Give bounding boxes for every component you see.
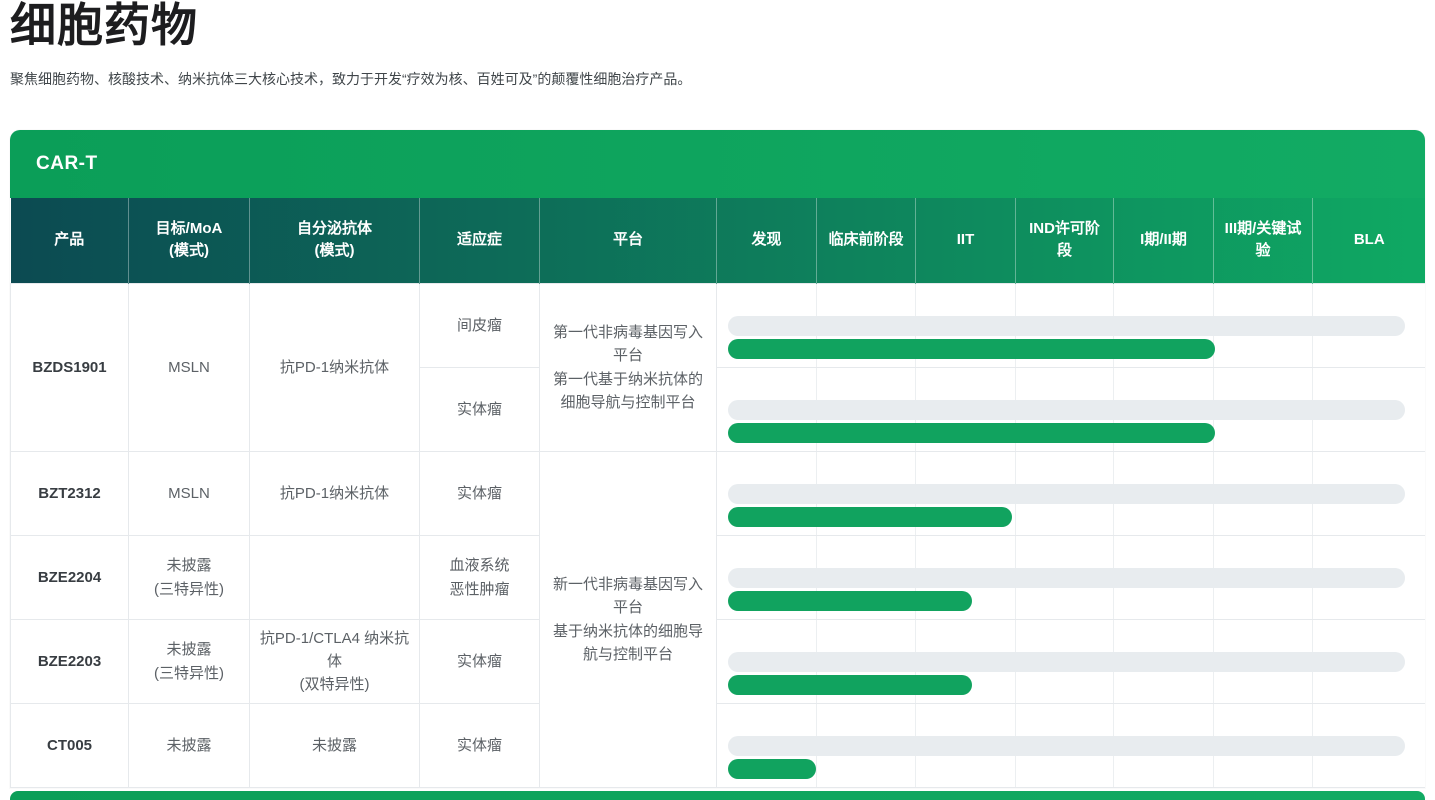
next-section-banner-edge (10, 791, 1425, 800)
col-header-ind: IND许可阶段 (1016, 198, 1114, 284)
target-moa: 未披露 (三特异性) (129, 620, 250, 704)
section-banner-label: CAR-T (36, 153, 98, 175)
col-header-antibody: 自分泌抗体 (模式) (250, 198, 420, 284)
platform: 第一代非病毒基因写入平台 第一代基于纳米抗体的细胞导航与控制平台 (540, 284, 717, 452)
col-header-platform: 平台 (540, 198, 717, 284)
target-moa: MSLN (129, 284, 250, 452)
page: 细胞药物 聚焦细胞药物、核酸技术、纳米抗体三大核心技术，致力于开发“疗效为核、百… (0, 0, 1435, 800)
indication: 间皮瘤 (420, 284, 540, 368)
antibody: 未披露 (250, 704, 420, 788)
product-name: BZE2204 (11, 536, 129, 620)
pipeline-progress-cell (717, 284, 1426, 368)
indication: 实体瘤 (420, 368, 540, 452)
target-moa: MSLN (129, 452, 250, 536)
col-header-discovery: 发现 (717, 198, 817, 284)
progress-bar (728, 591, 972, 611)
indication: 血液系统 恶性肿瘤 (420, 536, 540, 620)
progress-bar (728, 507, 1012, 527)
pipeline-table: 产品 目标/MoA (模式) 自分泌抗体 (模式) 适应症 平台 发现 临床前阶… (10, 198, 1425, 789)
progress-track (728, 400, 1405, 420)
progress-track (728, 316, 1405, 336)
target-moa: 未披露 (129, 704, 250, 788)
col-header-bla: BLA (1313, 198, 1426, 284)
pipeline-card: CAR-T 产品 目标/MoA (模式) 自分泌抗体 (模式) 适应症 平台 发… (10, 130, 1425, 789)
col-header-preclinical: 临床前阶段 (817, 198, 916, 284)
platform: 新一代非病毒基因写入平台 基于纳米抗体的细胞导航与控制平台 (540, 452, 717, 788)
table-header-row: 产品 目标/MoA (模式) 自分泌抗体 (模式) 适应症 平台 发现 临床前阶… (11, 198, 1426, 284)
progress-track (728, 652, 1405, 672)
page-title: 细胞药物 (10, 0, 1425, 51)
progress-track (728, 568, 1405, 588)
antibody: 抗PD-1/CTLA4 纳米抗体 (双特异性) (250, 620, 420, 704)
progress-bar (728, 423, 1215, 443)
product-name: CT005 (11, 704, 129, 788)
section-banner: CAR-T (10, 130, 1425, 198)
antibody: 抗PD-1纳米抗体 (250, 452, 420, 536)
target-moa: 未披露 (三特异性) (129, 536, 250, 620)
progress-track (728, 484, 1405, 504)
col-header-indication: 适应症 (420, 198, 540, 284)
indication: 实体瘤 (420, 620, 540, 704)
col-header-phase3: III期/关键试验 (1214, 198, 1313, 284)
col-header-iit: IIT (916, 198, 1016, 284)
col-header-phase1-2: I期/II期 (1114, 198, 1214, 284)
table-row: BZDS1901 MSLN 抗PD-1纳米抗体 间皮瘤 第一代非病毒基因写入平台… (11, 284, 1426, 368)
page-subtitle: 聚焦细胞药物、核酸技术、纳米抗体三大核心技术，致力于开发“疗效为核、百姓可及”的… (10, 69, 1425, 90)
progress-bar (728, 339, 1215, 359)
antibody (250, 536, 420, 620)
indication: 实体瘤 (420, 452, 540, 536)
indication: 实体瘤 (420, 704, 540, 788)
progress-bar (728, 759, 816, 779)
product-name: BZDS1901 (11, 284, 129, 452)
product-name: BZE2203 (11, 620, 129, 704)
progress-bar (728, 675, 972, 695)
product-name: BZT2312 (11, 452, 129, 536)
progress-track (728, 736, 1405, 756)
antibody: 抗PD-1纳米抗体 (250, 284, 420, 452)
col-header-product: 产品 (11, 198, 129, 284)
col-header-target-moa: 目标/MoA (模式) (129, 198, 250, 284)
